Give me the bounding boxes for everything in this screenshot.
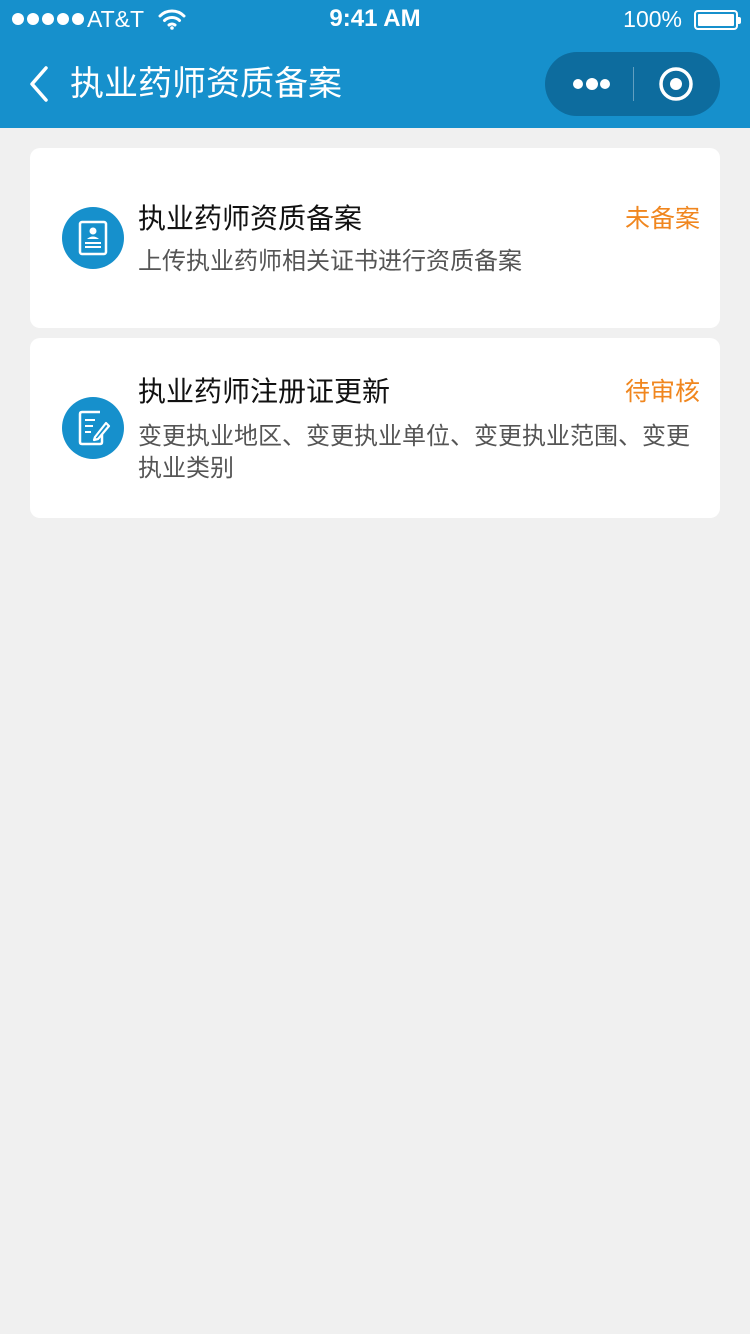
header: AT&T 9:41 AM 100% 执业药师资质备案 [0, 0, 750, 128]
battery-icon [694, 10, 741, 30]
more-button[interactable] [545, 52, 633, 116]
target-circle-icon [659, 67, 693, 101]
close-button[interactable] [634, 52, 720, 116]
status-bar: AT&T 9:41 AM 100% [0, 0, 750, 40]
status-badge: 待审核 [624, 377, 700, 406]
edit-document-icon [62, 397, 124, 459]
card-description: 变更执业地区、变更执业单位、变更执业范围、变更执业类别 [138, 422, 690, 482]
card-registration-update[interactable]: 执业药师注册证更新 变更执业地区、变更执业单位、变更执业范围、变更执业类别 待审… [30, 338, 720, 518]
back-button[interactable] [22, 62, 58, 106]
mini-program-capsule [545, 52, 720, 116]
battery-percentage: 100% [623, 6, 682, 32]
certificate-document-icon [62, 207, 124, 269]
more-dots-icon [573, 79, 583, 89]
card-title: 执业药师注册证更新 [138, 375, 391, 408]
card-description: 上传执业药师相关证书进行资质备案 [138, 247, 522, 275]
card-qualification-filing[interactable]: 执业药师资质备案 上传执业药师相关证书进行资质备案 未备案 [30, 148, 720, 328]
status-badge: 未备案 [624, 204, 700, 233]
chevron-left-icon [30, 66, 48, 102]
card-title: 执业药师资质备案 [138, 202, 363, 235]
page-title: 执业药师资质备案 [70, 64, 342, 104]
